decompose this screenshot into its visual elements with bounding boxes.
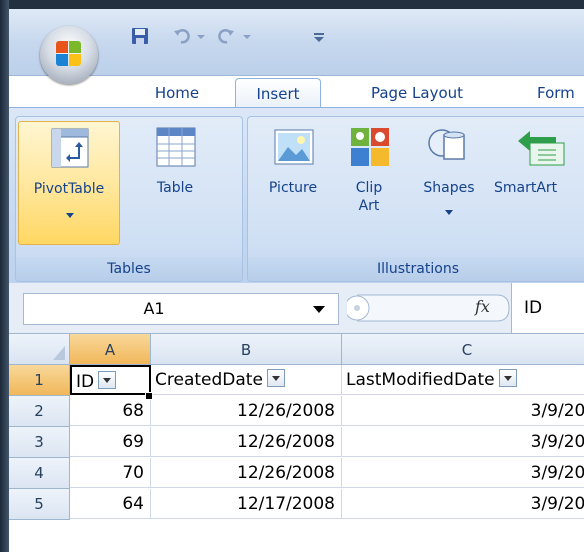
ribbon-tab-strip: Home Insert Page Layout Form: [9, 72, 584, 109]
illustrations-group: Picture Clip Art Shapes SmartArt Illustr…: [247, 116, 584, 282]
pivottable-button[interactable]: PivotTable: [18, 121, 120, 245]
table-icon: [156, 127, 196, 171]
filter-dropdown-icon[interactable]: [498, 369, 517, 387]
column-header-b[interactable]: B: [151, 334, 342, 365]
clip-art-icon: [350, 127, 390, 171]
picture-icon: [274, 127, 314, 171]
tables-group: PivotTable Table Tables: [15, 116, 243, 282]
cell-c5[interactable]: 3/9/2009: [342, 489, 584, 519]
save-icon[interactable]: [130, 26, 150, 46]
cell-b3[interactable]: 12/26/2008: [151, 427, 342, 457]
cell-c1[interactable]: LastModifiedDate: [342, 365, 584, 395]
filter-dropdown-icon[interactable]: [266, 369, 285, 387]
office-logo-icon: [56, 41, 82, 67]
shapes-icon: [426, 125, 470, 173]
column-header-c[interactable]: C: [342, 334, 584, 365]
fill-handle[interactable]: [145, 392, 153, 400]
redo-dropdown-icon[interactable]: [242, 26, 262, 46]
cell-c3[interactable]: 3/9/2009: [342, 427, 584, 457]
row-header-1[interactable]: 1: [9, 365, 70, 396]
pivottable-dropdown-icon: [65, 208, 75, 224]
cell-a2[interactable]: 68: [70, 396, 151, 426]
tab-home[interactable]: Home: [137, 78, 217, 108]
pivottable-label: PivotTable: [33, 181, 105, 197]
insert-function-icon[interactable]: fx: [475, 297, 490, 316]
cell-b2[interactable]: 12/26/2008: [151, 396, 342, 426]
quick-access-toolbar: [116, 22, 346, 52]
shapes-label: Shapes: [423, 180, 475, 196]
shapes-button[interactable]: Shapes: [408, 121, 490, 243]
undo-dropdown-icon[interactable]: [196, 26, 216, 46]
picture-label: Picture: [268, 180, 318, 196]
row-header-3[interactable]: 3: [9, 427, 70, 458]
tab-insert[interactable]: Insert: [235, 78, 321, 109]
select-all-button[interactable]: [9, 334, 70, 365]
shapes-dropdown-icon: [444, 205, 454, 221]
cell-c1-text: LastModifiedDate: [346, 370, 495, 390]
name-box-value: A1: [143, 299, 165, 318]
window-left-edge: [0, 0, 9, 552]
cell-a5[interactable]: 64: [70, 489, 151, 519]
cell-b1-text: CreatedDate: [155, 370, 263, 390]
illustrations-group-label: Illustrations: [248, 257, 584, 281]
table-button[interactable]: Table: [120, 121, 230, 231]
ribbon-panel: PivotTable Table Tables Picture Clip Art…: [9, 107, 584, 284]
formula-bar: A1 fx ID: [9, 283, 584, 334]
clip-art-button[interactable]: Clip Art: [338, 121, 400, 243]
window-top-edge: [0, 0, 584, 9]
formula-controls: fx: [344, 293, 512, 323]
formula-input[interactable]: ID: [511, 283, 584, 333]
formula-input-value: ID: [524, 298, 543, 318]
table-label: Table: [156, 180, 194, 196]
row-header-5[interactable]: 5: [9, 489, 70, 520]
cell-b4[interactable]: 12/26/2008: [151, 458, 342, 488]
cell-c4[interactable]: 3/9/2009: [342, 458, 584, 488]
row-header-4[interactable]: 4: [9, 458, 70, 489]
cell-b1[interactable]: CreatedDate: [151, 365, 342, 395]
picture-button[interactable]: Picture: [252, 121, 334, 231]
excel-window: Home Insert Page Layout Form PivotTable …: [0, 0, 584, 552]
customize-qat-icon[interactable]: [312, 26, 332, 46]
name-box-dropdown-icon[interactable]: [312, 294, 326, 334]
filter-dropdown-icon[interactable]: [98, 371, 117, 389]
smartart-button[interactable]: SmartArt: [494, 121, 584, 231]
pivottable-icon: [51, 128, 89, 172]
tab-formulas[interactable]: Form: [537, 78, 584, 108]
redo-icon[interactable]: [216, 26, 236, 46]
smartart-label: SmartArt: [494, 180, 558, 196]
cell-b5[interactable]: 12/17/2008: [151, 489, 342, 519]
column-header-a[interactable]: A: [70, 334, 151, 365]
name-box[interactable]: A1: [23, 293, 339, 325]
tables-group-label: Tables: [16, 257, 242, 281]
cell-a1-text: ID: [76, 372, 95, 392]
cell-c2[interactable]: 3/9/2009: [342, 396, 584, 426]
smartart-icon: [516, 129, 572, 173]
tab-page-layout[interactable]: Page Layout: [347, 78, 487, 108]
clip-art-label-line2: Art: [358, 198, 380, 214]
cell-a3[interactable]: 69: [70, 427, 151, 457]
cell-a4[interactable]: 70: [70, 458, 151, 488]
row-header-2[interactable]: 2: [9, 396, 70, 427]
cell-a1[interactable]: ID: [70, 365, 151, 395]
worksheet-grid: A B C 1 2 3 4 5 ID CreatedDate LastModif…: [9, 334, 584, 552]
undo-icon[interactable]: [172, 26, 192, 46]
clip-art-label-line1: Clip: [355, 180, 383, 196]
